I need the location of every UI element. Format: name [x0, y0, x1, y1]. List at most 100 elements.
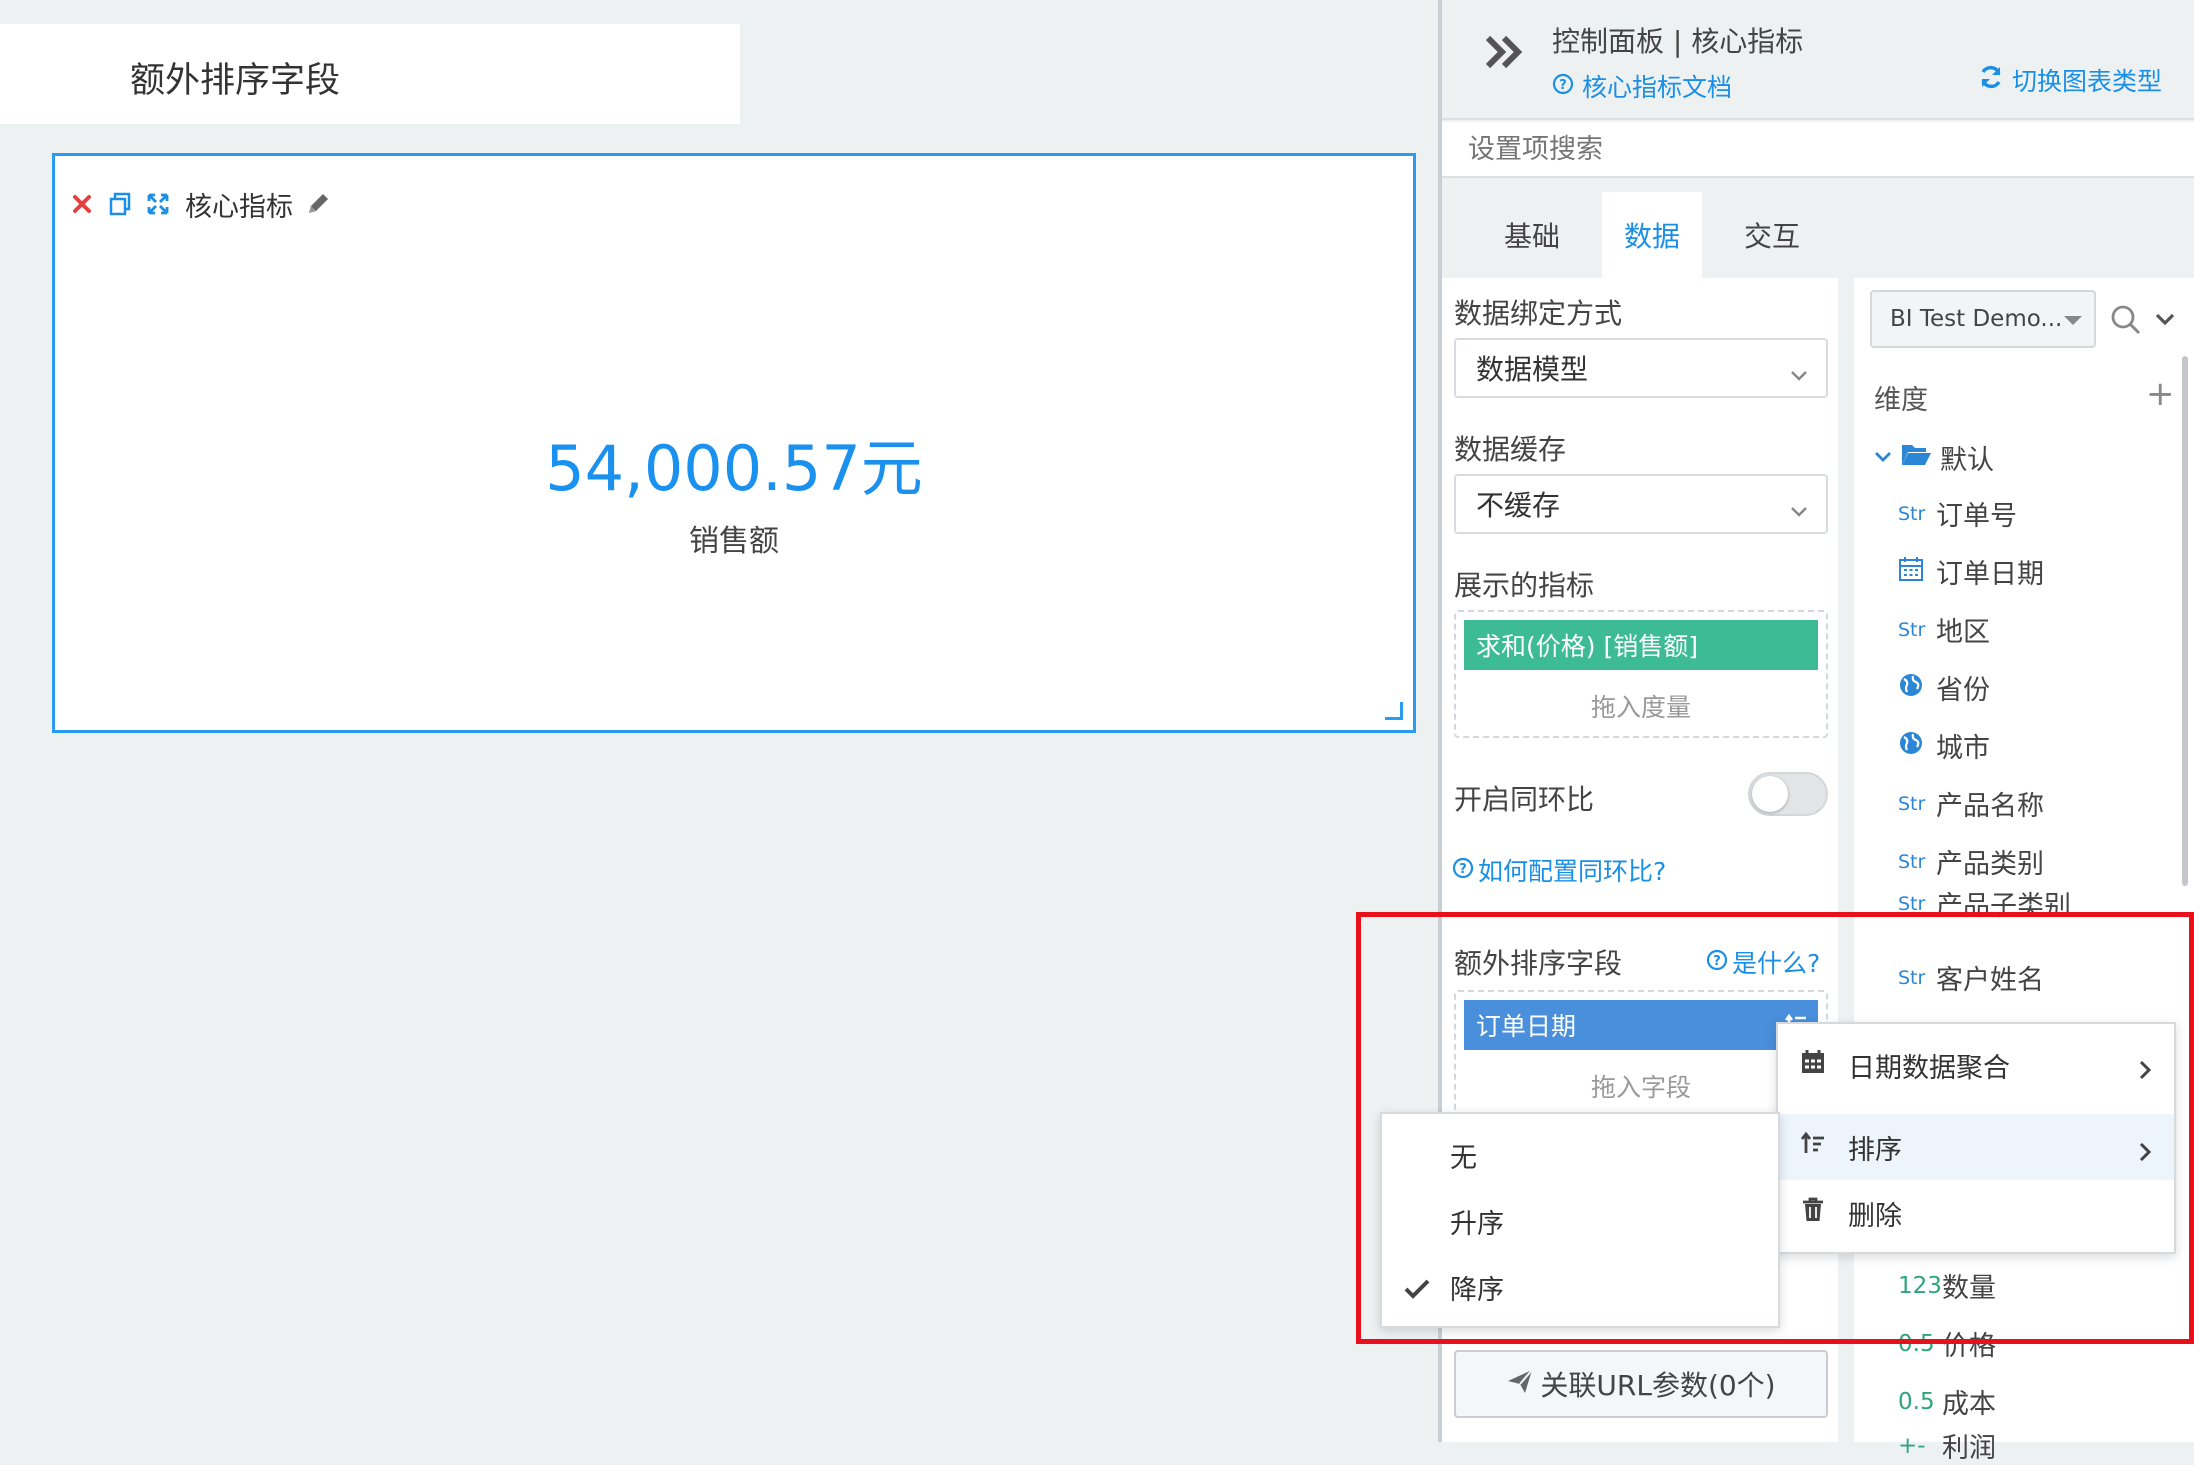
- collapse-panel-icon[interactable]: [1484, 32, 1528, 72]
- fullscreen-icon[interactable]: [145, 191, 171, 217]
- doc-link[interactable]: ? 核心指标文档: [1552, 68, 1732, 104]
- sort-option-label: 升序: [1450, 1208, 1504, 1240]
- chevron-down-icon: [1790, 358, 1808, 381]
- field-item[interactable]: Str 地区: [1898, 610, 1990, 649]
- resize-handle[interactable]: [1385, 702, 1403, 720]
- help-circle-icon: ?: [1552, 72, 1574, 101]
- metric-pill[interactable]: 求和(价格) [销售额]: [1464, 620, 1818, 670]
- sort-option-none[interactable]: 无: [1382, 1122, 1778, 1188]
- yoy-label: 开启同环比: [1454, 783, 1595, 816]
- metrics-label: 展示的指标: [1454, 569, 1595, 602]
- field-item[interactable]: 123 数量: [1898, 1266, 1996, 1305]
- trash-icon: [1800, 1197, 1826, 1230]
- widget-toolbar: 核心指标: [69, 184, 331, 224]
- sort-option-ascending[interactable]: 升序: [1382, 1188, 1778, 1254]
- string-type-icon: Str: [1898, 850, 1926, 873]
- panel-header: 控制面板 | 核心指标 ? 核心指标文档 切换图表类型: [1442, 0, 2194, 120]
- field-item[interactable]: Str 客户姓名: [1898, 958, 2044, 997]
- string-type-icon: Str: [1898, 792, 1926, 815]
- search-icon[interactable]: [2110, 304, 2142, 340]
- field-name: 订单日期: [1936, 559, 2044, 590]
- field-item[interactable]: +- 利润: [1898, 1426, 1996, 1465]
- menu-item-date-aggregation[interactable]: 日期数据聚合: [1778, 1032, 2174, 1098]
- widget-title: 核心指标: [185, 191, 293, 223]
- field-name: 产品类别: [1936, 849, 2044, 880]
- field-item[interactable]: 0.5 价格: [1898, 1324, 1996, 1363]
- sort-option-label: 无: [1450, 1142, 1477, 1174]
- dataset-select[interactable]: BI Test Demo...: [1870, 290, 2096, 348]
- dataset-select-value: BI Test Demo...: [1890, 306, 2063, 332]
- close-icon[interactable]: [69, 191, 95, 217]
- refresh-icon: [1978, 64, 2004, 96]
- chevron-down-icon[interactable]: [2154, 308, 2176, 334]
- panel-title: 控制面板 | 核心指标: [1552, 25, 1804, 58]
- svg-text:?: ?: [1713, 954, 1721, 969]
- field-item[interactable]: Str 产品名称: [1898, 784, 2044, 823]
- calendar-icon: [1800, 1049, 1826, 1082]
- field-name: 省份: [1936, 675, 1990, 706]
- svg-text:?: ?: [1559, 78, 1567, 93]
- link-url-params-button[interactable]: 关联URL参数(0个): [1454, 1350, 1828, 1418]
- cache-label: 数据缓存: [1454, 433, 1567, 466]
- field-name: 产品名称: [1936, 791, 2044, 822]
- fields-scrollbar[interactable]: [2182, 356, 2188, 886]
- menu-item-sort[interactable]: 排序: [1778, 1114, 2174, 1180]
- field-name: 客户姓名: [1936, 965, 2044, 996]
- binding-select[interactable]: 数据模型: [1454, 338, 1828, 398]
- field-item[interactable]: Str 产品类别: [1898, 842, 2044, 881]
- field-item[interactable]: Str 订单号: [1898, 494, 2017, 533]
- fields-column: BI Test Demo... 维度 + 默认 Str 订单号 订单日期 Str…: [1854, 278, 2194, 1464]
- sort-field-help-link[interactable]: ? 是什么?: [1706, 944, 1820, 980]
- field-context-menu: 日期数据聚合 排序 删除: [1776, 1022, 2176, 1254]
- tab-basic[interactable]: 基础: [1482, 192, 1582, 278]
- field-name: 城市: [1936, 733, 1990, 764]
- metrics-drop-zone[interactable]: 求和(价格) [销售额] 拖入度量: [1454, 610, 1828, 738]
- cache-select[interactable]: 不缓存: [1454, 474, 1828, 534]
- copy-icon[interactable]: [107, 191, 133, 217]
- menu-item-label: 删除: [1848, 1200, 1902, 1232]
- section-title: 额外排序字段: [130, 61, 341, 101]
- sort-field-pill-label: 订单日期: [1476, 1012, 1577, 1041]
- caret-down-icon: [2064, 316, 2082, 325]
- settings-search-box: [1442, 122, 2194, 178]
- settings-search-input[interactable]: [1442, 122, 2194, 176]
- cache-select-value: 不缓存: [1476, 489, 1561, 522]
- sort-field-drop-zone[interactable]: 订单日期 拖入字段: [1454, 990, 1828, 1118]
- field-item[interactable]: 订单日期: [1898, 552, 2044, 591]
- folder-label: 默认: [1940, 445, 1994, 476]
- string-type-icon: Str: [1898, 502, 1926, 525]
- field-item[interactable]: Str 产品子类别: [1898, 884, 2071, 923]
- field-name: 地区: [1936, 617, 1990, 648]
- globe-icon: [1898, 730, 1926, 761]
- field-name: 利润: [1942, 1433, 1996, 1464]
- link-url-params-label: 关联URL参数(0个): [1540, 1369, 1776, 1402]
- tab-interaction[interactable]: 交互: [1722, 192, 1822, 278]
- section-title-box: 额外排序字段: [0, 24, 740, 124]
- doc-link-label: 核心指标文档: [1582, 73, 1733, 102]
- edit-pencil-icon[interactable]: [305, 191, 331, 217]
- folder-default[interactable]: 默认: [1874, 438, 1994, 477]
- sort-field-help-label: 是什么?: [1732, 949, 1821, 978]
- sort-option-descending[interactable]: 降序: [1382, 1254, 1778, 1320]
- yoy-help-link[interactable]: ? 如何配置同环比?: [1452, 852, 1666, 888]
- field-item[interactable]: 省份: [1898, 668, 1990, 707]
- sort-field-drop-hint: 拖入字段: [1590, 1073, 1691, 1102]
- field-item[interactable]: 城市: [1898, 726, 1990, 765]
- yoy-toggle[interactable]: [1748, 772, 1828, 816]
- menu-item-delete[interactable]: 删除: [1778, 1180, 2174, 1246]
- sort-field-label: 额外排序字段: [1454, 947, 1623, 980]
- menu-item-label: 排序: [1848, 1134, 1902, 1166]
- sort-field-pill[interactable]: 订单日期: [1464, 1000, 1818, 1050]
- kpi-widget[interactable]: 核心指标 54,000.57元 销售额: [52, 153, 1416, 733]
- kpi-label: 销售额: [689, 524, 779, 559]
- add-dimension-icon[interactable]: +: [2146, 374, 2175, 414]
- svg-text:?: ?: [1459, 862, 1467, 877]
- tab-data[interactable]: 数据: [1602, 192, 1702, 278]
- switch-chart-type-link[interactable]: 切换图表类型: [1978, 62, 2162, 98]
- metric-drop-hint: 拖入度量: [1590, 693, 1691, 722]
- field-item[interactable]: 0.5 成本: [1898, 1382, 1996, 1421]
- checkmark-icon: [1404, 1276, 1430, 1307]
- chevron-down-icon: [1874, 442, 1892, 473]
- menu-item-label: 日期数据聚合: [1848, 1052, 2010, 1084]
- integer-type-icon: 123: [1898, 1272, 1942, 1299]
